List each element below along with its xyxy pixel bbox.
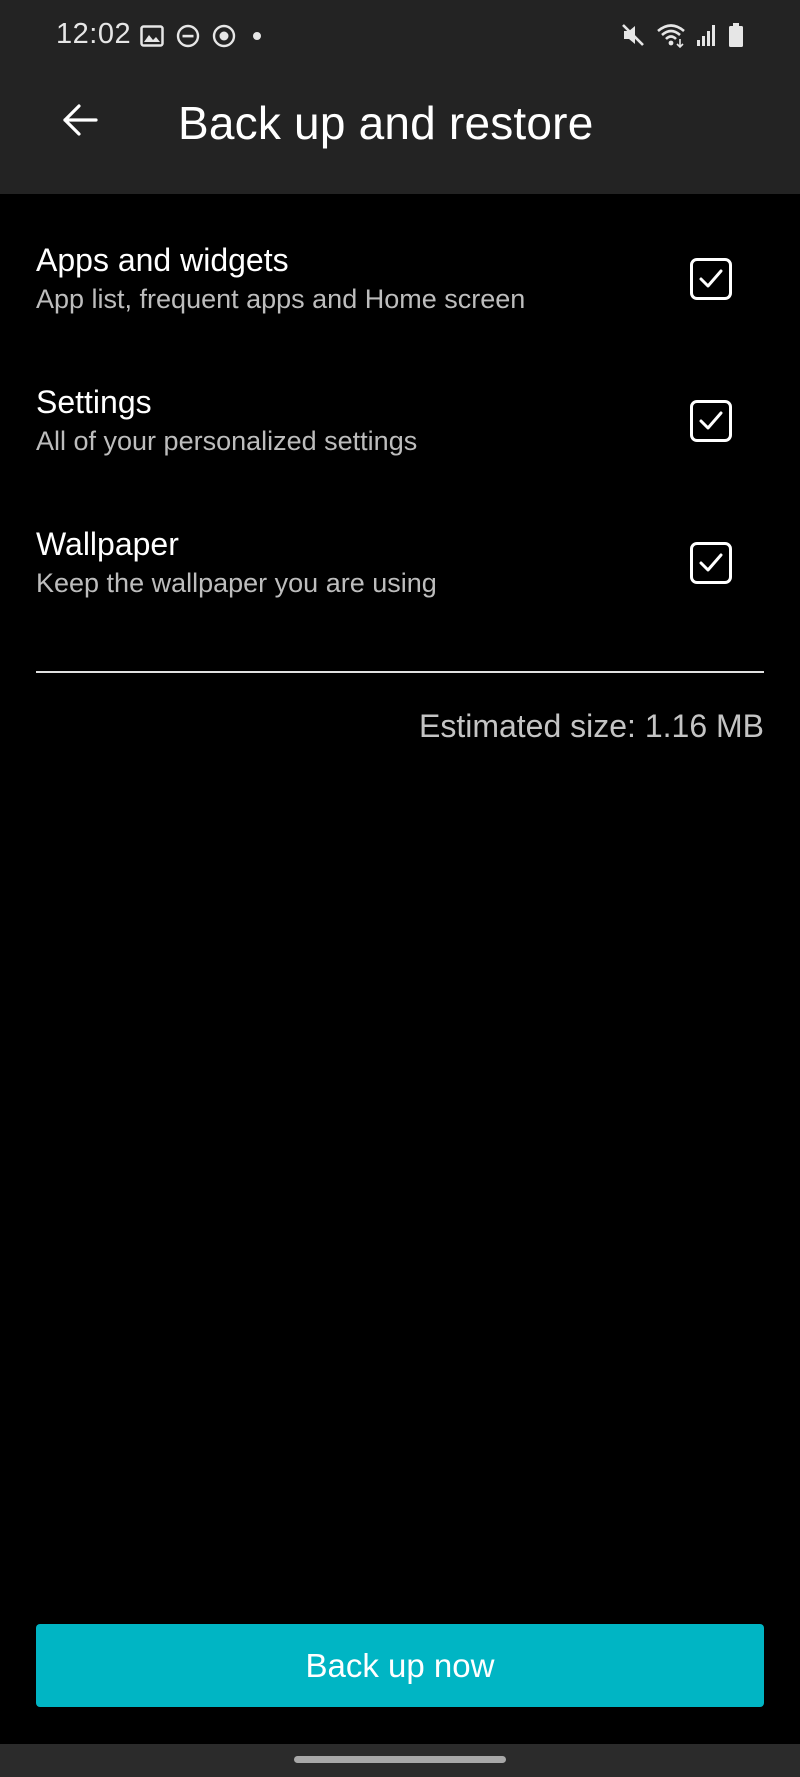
dot-icon	[248, 24, 266, 48]
battery-icon	[728, 22, 744, 48]
status-notification-icons	[140, 22, 266, 50]
do-not-disturb-icon	[176, 24, 200, 48]
checkmark-icon	[699, 553, 723, 572]
backup-restore-screen: 12:02 Back up and restore Apps and widge…	[0, 0, 800, 1777]
divider	[36, 671, 764, 673]
checkmark-icon	[699, 269, 723, 288]
option-wallpaper[interactable]: Wallpaper Keep the wallpaper you are usi…	[0, 498, 800, 640]
signal-icon	[696, 23, 718, 47]
back-button[interactable]	[52, 92, 108, 148]
option-settings[interactable]: Settings All of your personalized settin…	[0, 356, 800, 498]
top-bar: 12:02 Back up and restore	[0, 0, 800, 194]
app-header: Back up and restore	[0, 72, 800, 194]
option-apps-and-widgets[interactable]: Apps and widgets App list, frequent apps…	[0, 214, 800, 356]
status-system-icons	[620, 20, 744, 50]
checkmark-icon	[699, 411, 723, 430]
option-title: Apps and widgets	[36, 242, 289, 278]
back-up-now-button[interactable]: Back up now	[36, 1624, 764, 1707]
settings-checkbox[interactable]	[690, 400, 732, 442]
navigation-bar	[0, 1744, 800, 1777]
page-title: Back up and restore	[178, 97, 594, 149]
arrow-back-icon	[60, 102, 100, 138]
option-title: Wallpaper	[36, 526, 179, 562]
option-title: Settings	[36, 384, 152, 420]
mute-icon	[620, 22, 646, 48]
apps-and-widgets-checkbox[interactable]	[690, 258, 732, 300]
wifi-icon	[656, 22, 686, 48]
option-subtitle: Keep the wallpaper you are using	[36, 568, 437, 598]
media-icon	[212, 24, 236, 48]
backup-options-list: Apps and widgets App list, frequent apps…	[0, 214, 800, 640]
status-time: 12:02	[56, 18, 132, 50]
option-subtitle: App list, frequent apps and Home screen	[36, 284, 526, 314]
wallpaper-checkbox[interactable]	[690, 542, 732, 584]
option-subtitle: All of your personalized settings	[36, 426, 418, 456]
image-icon	[140, 25, 164, 47]
status-bar: 12:02	[0, 0, 800, 72]
home-indicator[interactable]	[294, 1756, 506, 1763]
estimated-size-label: Estimated size: 1.16 MB	[418, 708, 764, 744]
